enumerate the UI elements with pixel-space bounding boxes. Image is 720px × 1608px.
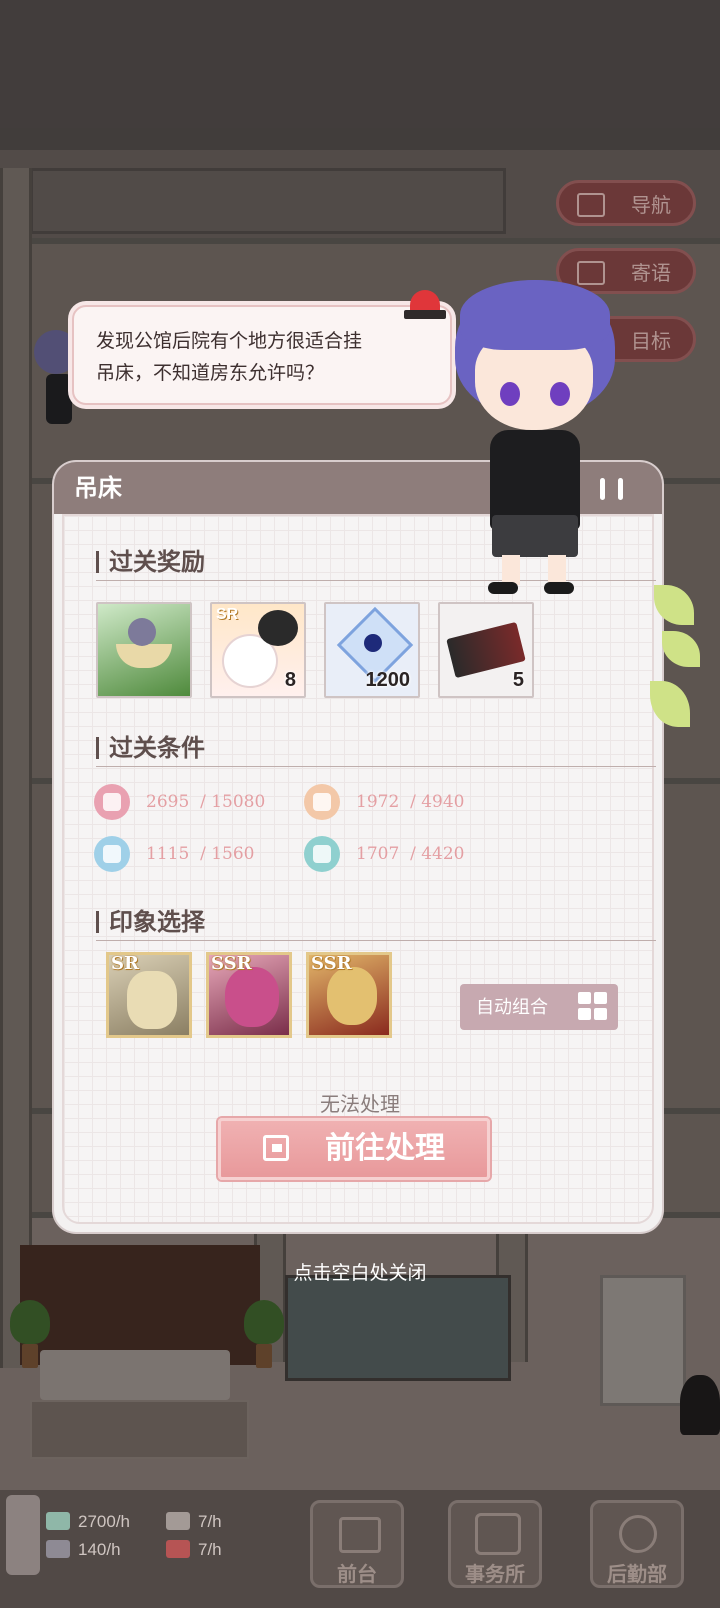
reward-count: 5 [512, 669, 524, 691]
resource-book: 140/h [46, 1540, 121, 1560]
person-icon [619, 1515, 657, 1553]
go-handle-button[interactable]: 前往处理 [218, 1118, 490, 1180]
tab-office[interactable]: 事务所 [448, 1500, 542, 1588]
speech-bubble: 发现公馆后院有个地方很适合挂 吊床，不知道房东允许吗？ [72, 305, 452, 405]
reward-count: 1200 [365, 669, 411, 691]
condition-charm: 1972 / 4940 [304, 784, 524, 822]
enter-icon [263, 1135, 289, 1161]
condition-strength: 2695 / 15080 [94, 784, 314, 822]
auto-assign-button[interactable]: 自动组合 [460, 984, 618, 1030]
character-chibi[interactable] [440, 270, 630, 600]
speech-line-1: 发现公馆后院有个地方很适合挂 [96, 330, 363, 352]
condition-creativity: 1707 / 4420 [304, 836, 524, 874]
speech-line-2: 吊床，不知道房东允许吗？ [96, 362, 325, 384]
dumbbell-icon [94, 784, 130, 820]
tab-reception[interactable]: 前台 [310, 1500, 404, 1588]
resource-staff: 7/h [166, 1512, 222, 1532]
cash-icon [46, 1512, 70, 1530]
condition-knowledge: 1115 / 1560 [94, 836, 314, 874]
conditions-heading: 过关条件 [96, 732, 656, 767]
office-icon [475, 1513, 521, 1555]
resource-gift: 7/h [166, 1540, 222, 1560]
reward-ticket[interactable]: 5 [438, 602, 534, 698]
person-icon [166, 1512, 190, 1530]
close-hint[interactable]: 点击空白处关闭 [0, 1258, 720, 1285]
reward-blue-gem[interactable]: 1200 [324, 602, 420, 698]
flower-icon [304, 836, 340, 872]
status-text: 无法处理 [320, 1092, 400, 1116]
person-icon [304, 784, 340, 820]
rank-badge: SR [111, 953, 139, 974]
reward-count: 8 [284, 669, 296, 691]
grid-icon [578, 992, 610, 1022]
tab-logistics[interactable]: 后勤部 [590, 1500, 684, 1588]
resource-cash: 2700/h [46, 1512, 130, 1532]
graduation-cap-icon [94, 836, 130, 872]
rank-badge: SSR [211, 953, 252, 974]
scroll-icon[interactable] [6, 1495, 40, 1575]
printer-icon [339, 1517, 381, 1553]
impression-portrait-1[interactable]: SR [106, 952, 192, 1038]
reward-sr-cat-card[interactable]: SR 8 [210, 602, 306, 698]
reward-hammock-card[interactable] [96, 602, 192, 698]
event-card-body: 过关奖励 SR 8 1200 5 过关条件 2695 / 15080 1972 … [62, 514, 656, 1224]
gift-icon [166, 1540, 190, 1558]
impression-portrait-2[interactable]: SSR [206, 952, 292, 1038]
leaves-decoration [646, 585, 706, 735]
rank-badge: SR [216, 606, 239, 623]
impression-heading: 印象选择 [96, 906, 656, 941]
rank-badge: SSR [311, 953, 352, 974]
impression-portrait-3[interactable]: SSR [306, 952, 392, 1038]
book-icon [46, 1540, 70, 1558]
